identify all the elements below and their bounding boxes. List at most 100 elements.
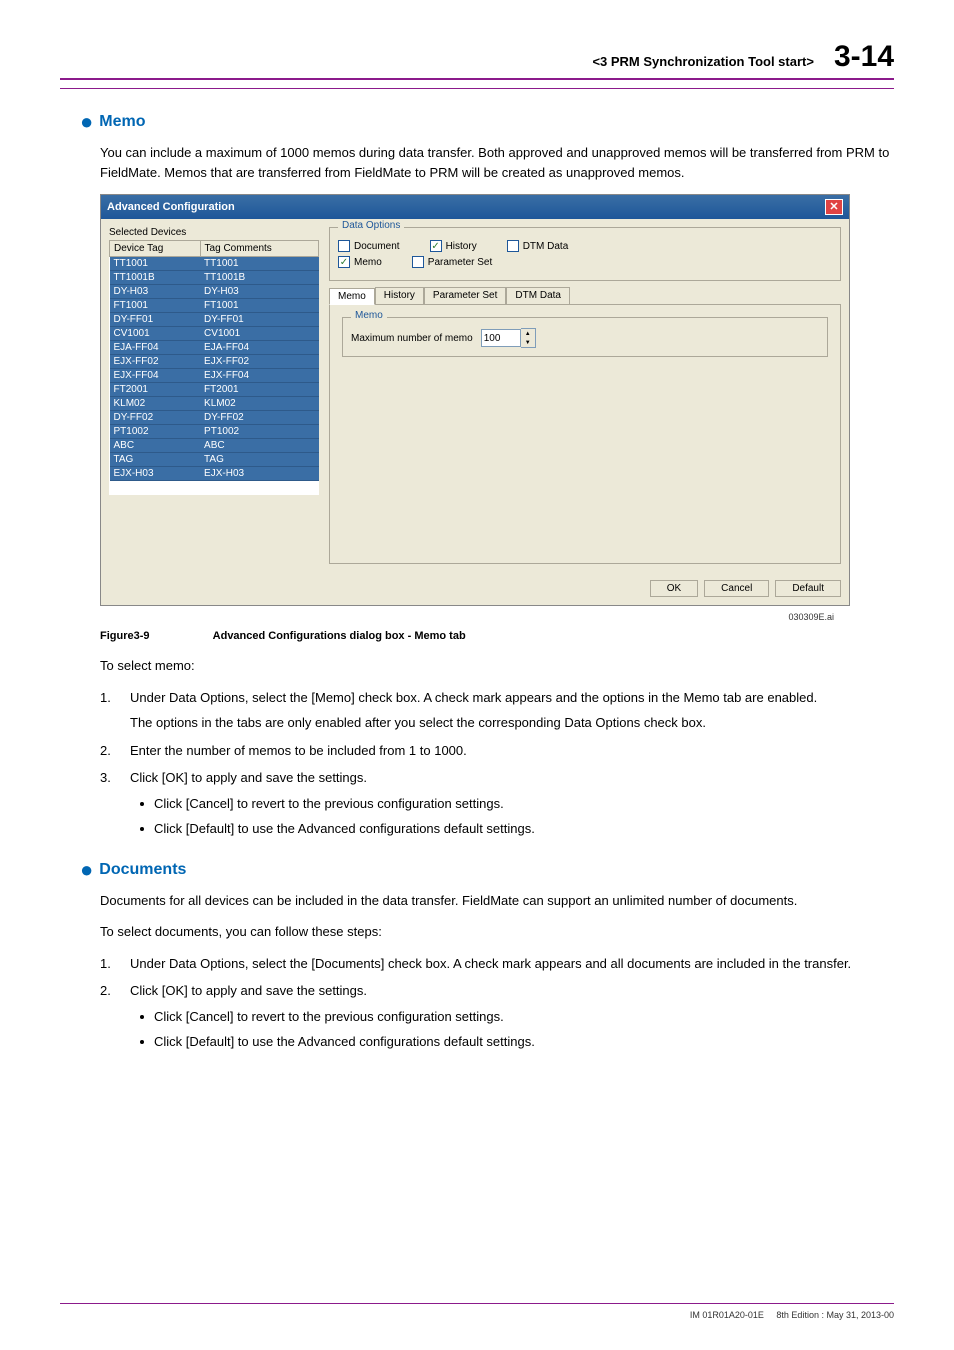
tab-history[interactable]: History <box>375 287 424 304</box>
cancel-button[interactable]: Cancel <box>704 580 769 597</box>
memo-steps-intro: To select memo: <box>100 656 894 676</box>
tag-comments-cell: FT1001 <box>200 299 318 313</box>
tag-comments-cell: TT1001B <box>200 271 318 285</box>
max-memo-input[interactable] <box>481 329 521 347</box>
step-number: 1. <box>100 688 130 733</box>
document-label: Document <box>354 241 400 252</box>
step-number: 2. <box>100 741 130 761</box>
step-text: Click [OK] to apply and save the setting… <box>130 983 367 998</box>
bullet-icon <box>140 1040 144 1044</box>
step-number: 3. <box>100 768 130 845</box>
spinner-up-icon[interactable]: ▲ <box>521 329 535 338</box>
tag-comments-cell: ABC <box>200 439 318 453</box>
table-row[interactable]: ABCABC <box>110 439 319 453</box>
tag-comments-cell: TT1001 <box>200 257 318 271</box>
col-tag-comments[interactable]: Tag Comments <box>200 241 318 257</box>
step-text: Under Data Options, select the [Document… <box>130 956 851 971</box>
device-tag-cell: TAG <box>110 453 201 467</box>
tab-parameter-set[interactable]: Parameter Set <box>424 287 506 304</box>
sub-bullet-item: Click [Cancel] to revert to the previous… <box>130 794 894 814</box>
header-rule-thin <box>60 88 894 89</box>
dtm-data-checkbox[interactable] <box>507 240 519 252</box>
table-row[interactable]: EJX-FF04EJX-FF04 <box>110 369 319 383</box>
documents-intro2: To select documents, you can follow thes… <box>100 922 894 942</box>
tag-comments-cell: DY-FF01 <box>200 313 318 327</box>
device-tag-cell: EJA-FF04 <box>110 341 201 355</box>
list-item: 2.Click [OK] to apply and save the setti… <box>100 981 894 1058</box>
tab-content: Memo Maximum number of memo ▲ ▼ <box>329 304 841 564</box>
table-row[interactable]: DY-FF01DY-FF01 <box>110 313 319 327</box>
sub-bullet-text: Click [Default] to use the Advanced conf… <box>154 1032 535 1052</box>
table-row[interactable]: PT1002PT1002 <box>110 425 319 439</box>
memo-heading: ●Memo <box>80 109 894 135</box>
col-device-tag[interactable]: Device Tag <box>110 241 201 257</box>
parameter-set-checkbox[interactable] <box>412 256 424 268</box>
tag-comments-cell: CV1001 <box>200 327 318 341</box>
sub-bullet-text: Click [Default] to use the Advanced conf… <box>154 819 535 839</box>
figure-label: Figure3-9 <box>100 630 210 642</box>
footer-edition: 8th Edition : May 31, 2013-00 <box>776 1310 894 1320</box>
spinner-down-icon[interactable]: ▼ <box>521 338 535 347</box>
tab-memo[interactable]: Memo <box>329 288 375 305</box>
bullet-icon: ● <box>80 857 93 882</box>
memo-label: Memo <box>354 257 382 268</box>
tag-comments-cell: EJA-FF04 <box>200 341 318 355</box>
history-checkbox[interactable]: ✓ <box>430 240 442 252</box>
list-item: 2.Enter the number of memos to be includ… <box>100 741 894 761</box>
table-row[interactable]: TT1001TT1001 <box>110 257 319 271</box>
device-tag-cell: ABC <box>110 439 201 453</box>
default-button[interactable]: Default <box>775 580 841 597</box>
documents-heading: ●Documents <box>80 857 894 883</box>
memo-heading-text: Memo <box>99 113 145 130</box>
device-tag-cell: FT1001 <box>110 299 201 313</box>
page-number: 3-14 <box>834 40 894 74</box>
table-row[interactable]: TAGTAG <box>110 453 319 467</box>
table-row[interactable]: DY-FF02DY-FF02 <box>110 411 319 425</box>
close-icon[interactable]: ✕ <box>825 199 843 215</box>
history-label: History <box>446 241 477 252</box>
tag-comments-cell: EJX-H03 <box>200 467 318 481</box>
step-number: 1. <box>100 954 130 974</box>
list-item: 1.Under Data Options, select the [Docume… <box>100 954 894 974</box>
table-row[interactable]: EJX-H03EJX-H03 <box>110 467 319 481</box>
sub-bullet-text: Click [Cancel] to revert to the previous… <box>154 794 504 814</box>
list-item: 1.Under Data Options, select the [Memo] … <box>100 688 894 733</box>
device-tag-cell: TT1001B <box>110 271 201 285</box>
table-row[interactable]: FT2001FT2001 <box>110 383 319 397</box>
footer-rule <box>60 1303 894 1304</box>
device-tag-cell: DY-FF01 <box>110 313 201 327</box>
device-tag-cell: KLM02 <box>110 397 201 411</box>
sub-bullet-item: Click [Default] to use the Advanced conf… <box>130 1032 894 1052</box>
bullet-icon <box>140 827 144 831</box>
figure-ref: 030309E.ai <box>60 612 834 622</box>
parameter-set-label: Parameter Set <box>428 257 492 268</box>
tag-comments-cell: KLM02 <box>200 397 318 411</box>
header-section: <3 PRM Synchronization Tool start> <box>592 54 814 69</box>
table-row[interactable]: FT1001FT1001 <box>110 299 319 313</box>
tab-dtm-data[interactable]: DTM Data <box>506 287 570 304</box>
table-row[interactable]: KLM02KLM02 <box>110 397 319 411</box>
selected-devices-label: Selected Devices <box>109 227 319 238</box>
table-row[interactable]: EJX-FF02EJX-FF02 <box>110 355 319 369</box>
memo-checkbox[interactable]: ✓ <box>338 256 350 268</box>
document-checkbox[interactable] <box>338 240 350 252</box>
memo-group: Memo Maximum number of memo ▲ ▼ <box>342 317 828 357</box>
step-text: Enter the number of memos to be included… <box>130 743 467 758</box>
dtm-data-label: DTM Data <box>523 241 569 252</box>
device-tag-cell: FT2001 <box>110 383 201 397</box>
dialog-titlebar: Advanced Configuration ✕ <box>101 195 849 219</box>
table-row[interactable]: CV1001CV1001 <box>110 327 319 341</box>
figure-caption-text: Advanced Configurations dialog box - Mem… <box>213 630 466 642</box>
table-row[interactable]: EJA-FF04EJA-FF04 <box>110 341 319 355</box>
tag-comments-cell: FT2001 <box>200 383 318 397</box>
device-tag-cell: EJX-FF04 <box>110 369 201 383</box>
ok-button[interactable]: OK <box>650 580 698 597</box>
device-tag-cell: EJX-H03 <box>110 467 201 481</box>
table-row[interactable]: DY-H03DY-H03 <box>110 285 319 299</box>
table-row[interactable]: TT1001BTT1001B <box>110 271 319 285</box>
step-text: Click [OK] to apply and save the setting… <box>130 770 367 785</box>
documents-intro: Documents for all devices can be include… <box>100 891 894 911</box>
device-tag-cell: EJX-FF02 <box>110 355 201 369</box>
tag-comments-cell: TAG <box>200 453 318 467</box>
step-subpara: The options in the tabs are only enabled… <box>130 713 894 733</box>
